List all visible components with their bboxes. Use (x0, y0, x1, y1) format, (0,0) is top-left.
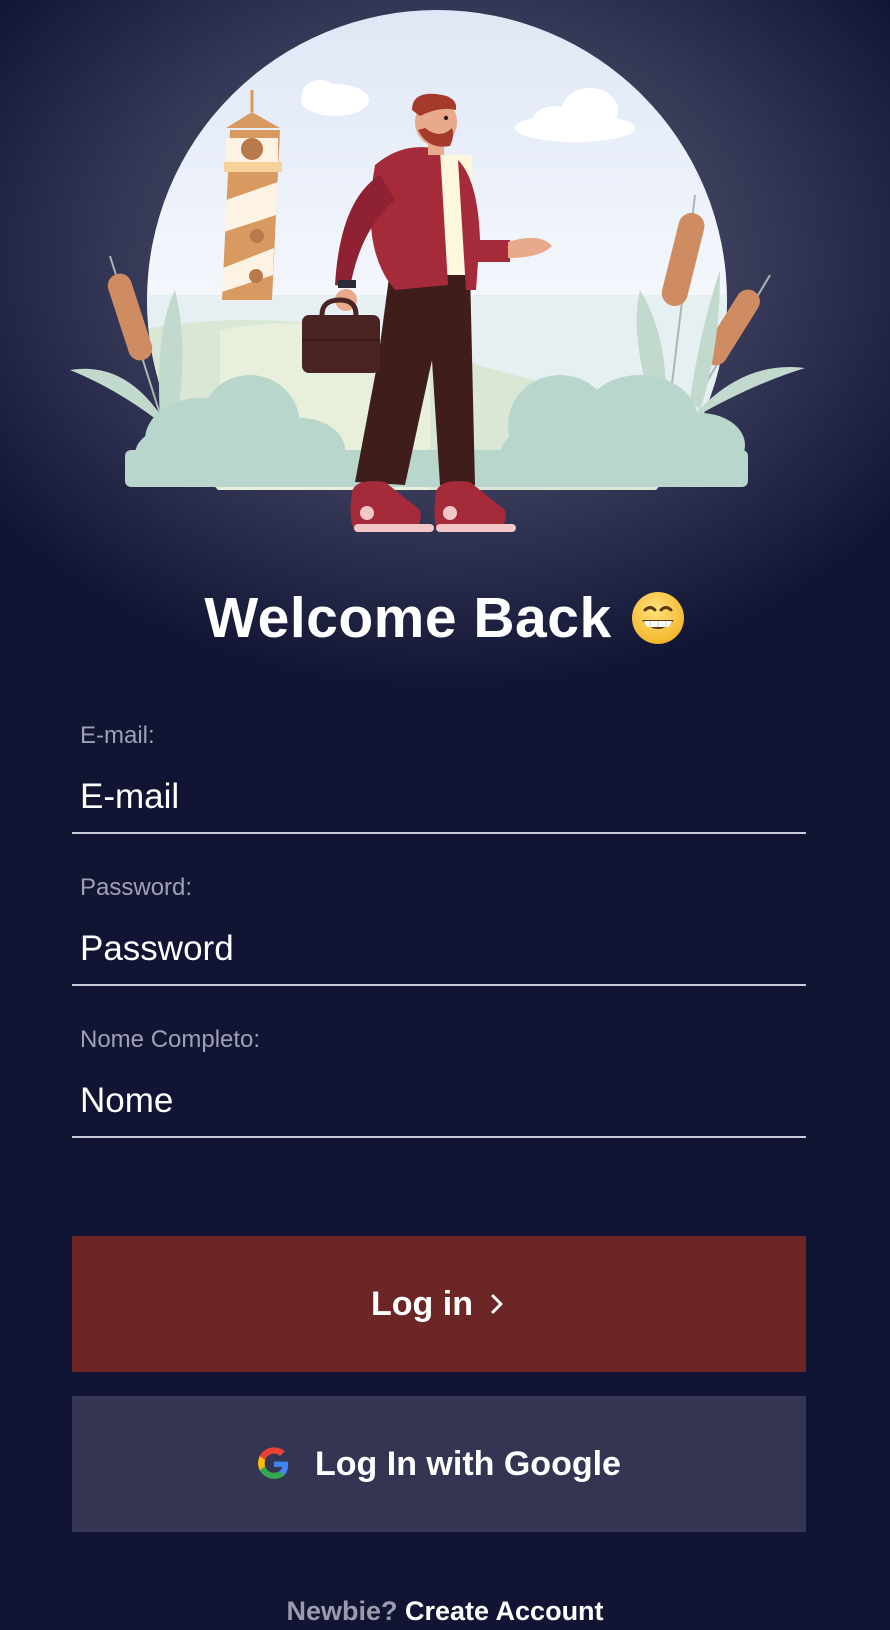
login-button-label: Log in (371, 1284, 473, 1323)
create-account-link[interactable]: Create Account (405, 1596, 604, 1626)
password-label: Password: (80, 874, 193, 901)
email-input[interactable] (72, 762, 806, 834)
password-input[interactable] (72, 914, 806, 986)
email-label: E-mail: (80, 722, 155, 749)
newbie-text: Newbie? (286, 1596, 398, 1626)
page-title: Welcome Back (0, 585, 890, 651)
grinning-face-icon (631, 592, 684, 644)
google-button-label: Log In with Google (315, 1444, 621, 1483)
welcome-title: Welcome Back (204, 586, 612, 650)
name-input[interactable] (72, 1066, 806, 1138)
man-with-briefcase-illustration (70, 10, 805, 532)
google-icon (258, 1447, 289, 1479)
login-button[interactable]: Log in (72, 1236, 806, 1372)
signup-prompt: Newbie? Create Account (0, 1596, 890, 1627)
chevron-right-icon (491, 1294, 503, 1314)
google-login-button[interactable]: Log In with Google (72, 1396, 806, 1532)
name-label: Nome Completo: (80, 1026, 261, 1053)
